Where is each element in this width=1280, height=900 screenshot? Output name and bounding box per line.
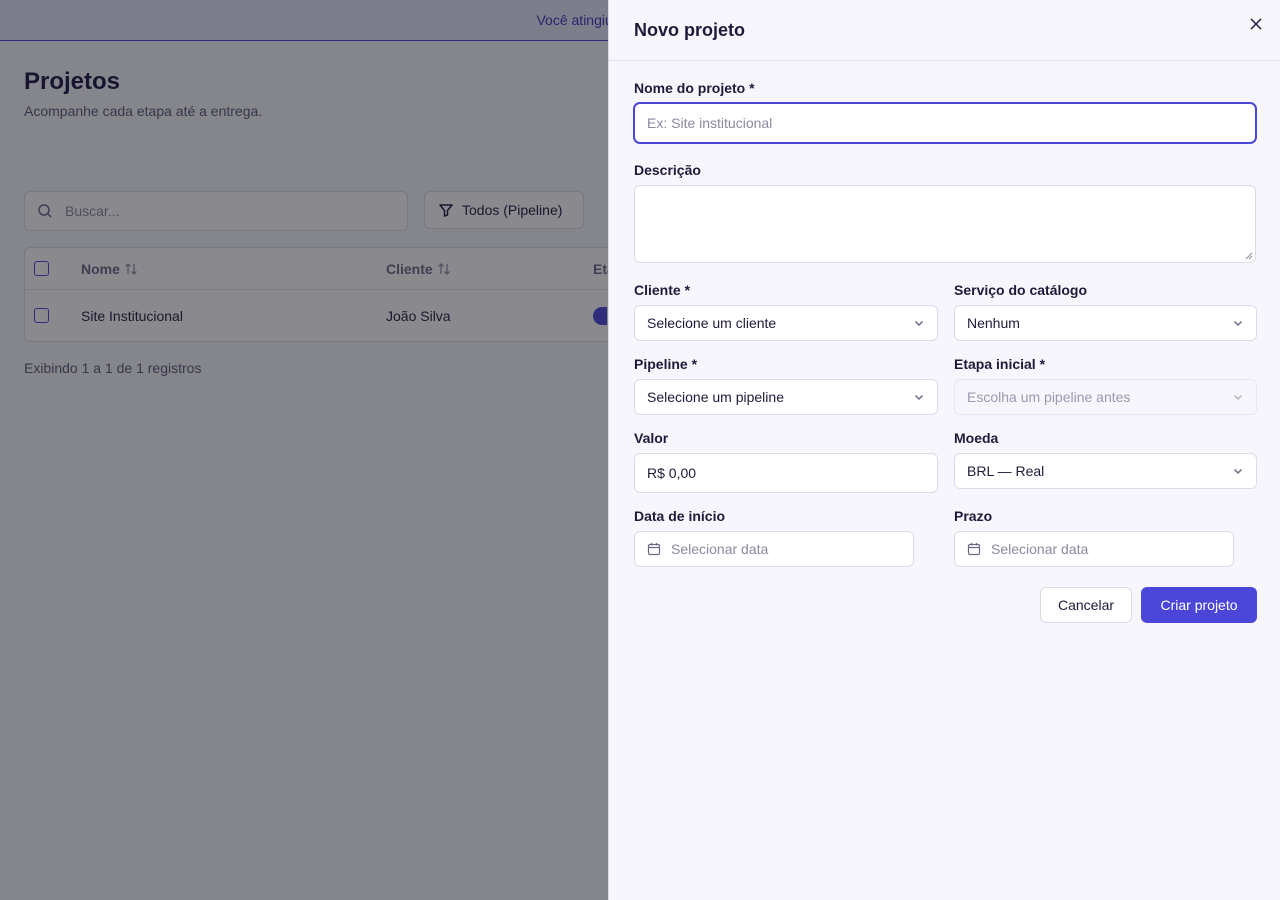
- cancel-button[interactable]: Cancelar: [1040, 587, 1132, 623]
- drawer-header: Novo projeto: [609, 0, 1280, 61]
- close-button[interactable]: [1246, 14, 1266, 34]
- deadline-picker[interactable]: Selecionar data: [954, 531, 1234, 567]
- stage-select: Escolha um pipeline antes: [954, 379, 1257, 415]
- project-name-label: Nome do projeto *: [634, 80, 755, 96]
- chevron-down-icon: [914, 320, 924, 327]
- value-label: Valor: [634, 430, 669, 446]
- currency-select-value: BRL — Real: [967, 463, 1045, 479]
- start-date-placeholder: Selecionar data: [671, 541, 769, 557]
- description-label: Descrição: [634, 162, 701, 178]
- description-textarea[interactable]: [634, 185, 1256, 263]
- chevron-down-icon: [1233, 394, 1243, 401]
- stage-label: Etapa inicial *: [954, 356, 1046, 372]
- resize-handle-icon[interactable]: [1245, 252, 1253, 260]
- currency-label: Moeda: [954, 430, 999, 446]
- chevron-down-icon: [1233, 468, 1243, 475]
- currency-select[interactable]: BRL — Real: [954, 453, 1257, 489]
- create-project-button[interactable]: Criar projeto: [1141, 587, 1257, 623]
- client-label: Cliente *: [634, 282, 691, 298]
- new-project-drawer: Novo projeto Nome do projeto * Ex: Site …: [608, 0, 1280, 900]
- deadline-placeholder: Selecionar data: [991, 541, 1089, 557]
- project-name-input[interactable]: Ex: Site institucional: [634, 103, 1256, 143]
- deadline-label: Prazo: [954, 508, 993, 524]
- chevron-down-icon: [1233, 320, 1243, 327]
- client-select[interactable]: Selecione um cliente: [634, 305, 938, 341]
- drawer-title: Novo projeto: [634, 20, 745, 40]
- calendar-icon: [967, 543, 981, 556]
- stage-select-value: Escolha um pipeline antes: [967, 389, 1131, 405]
- service-select-value: Nenhum: [967, 315, 1020, 331]
- service-label: Serviço do catálogo: [954, 282, 1088, 298]
- start-date-label: Data de início: [634, 508, 726, 524]
- service-select[interactable]: Nenhum: [954, 305, 1257, 341]
- client-select-value: Selecione um cliente: [647, 315, 777, 331]
- start-date-picker[interactable]: Selecionar data: [634, 531, 914, 567]
- project-name-placeholder: Ex: Site institucional: [647, 115, 773, 131]
- pipeline-select[interactable]: Selecione um pipeline: [634, 379, 938, 415]
- value-input[interactable]: R$ 0,00: [634, 453, 938, 493]
- pipeline-label: Pipeline *: [634, 356, 698, 372]
- value-input-value: R$ 0,00: [647, 465, 697, 481]
- pipeline-select-value: Selecione um pipeline: [647, 389, 784, 405]
- calendar-icon: [647, 543, 661, 556]
- chevron-down-icon: [914, 394, 924, 401]
- close-icon: [1250, 18, 1262, 30]
